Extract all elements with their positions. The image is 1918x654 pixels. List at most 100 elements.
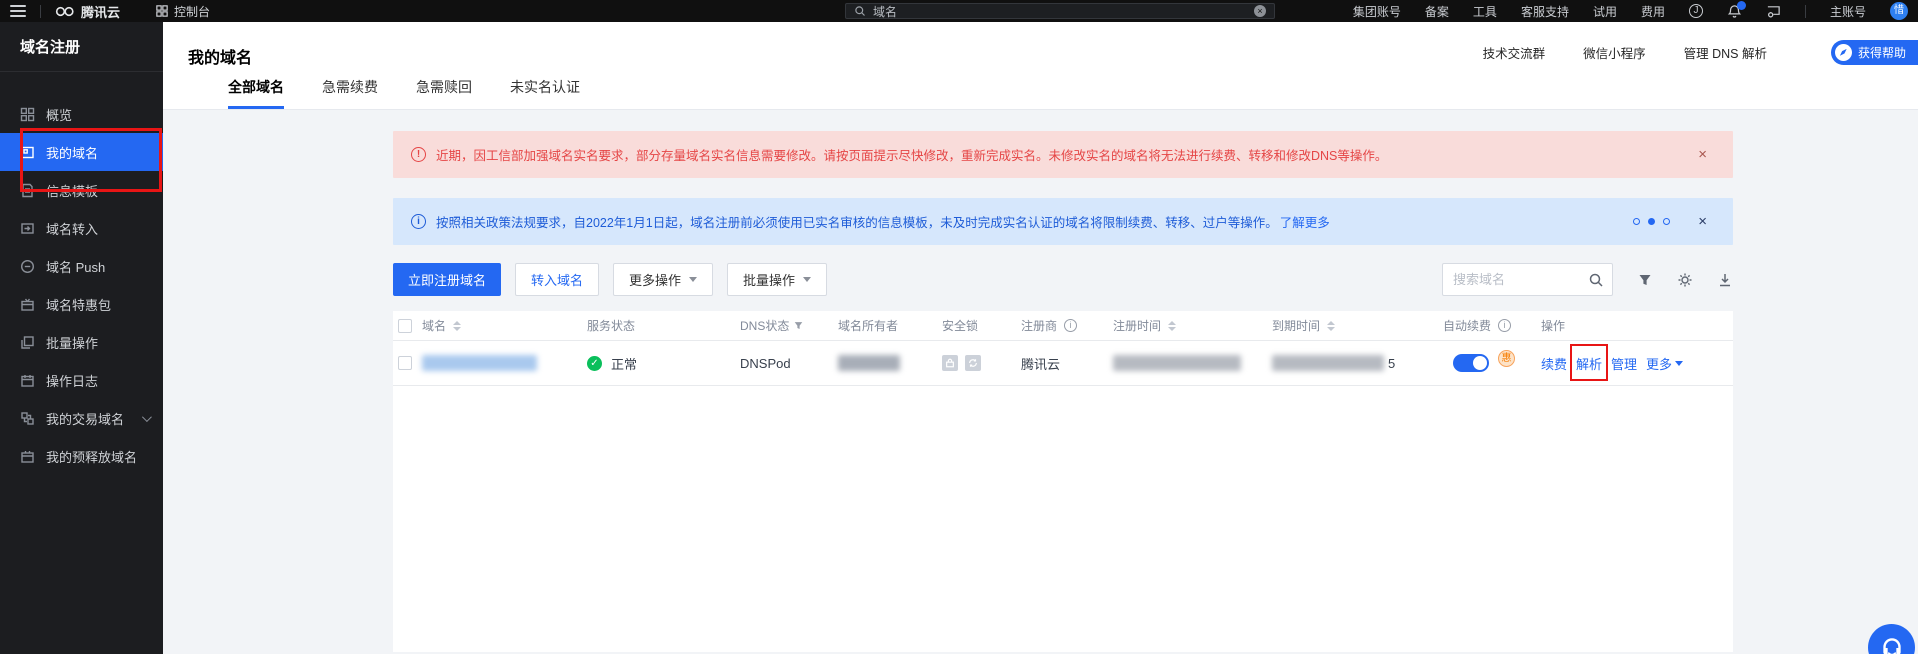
batch-actions-dropdown[interactable]: 批量操作	[727, 263, 827, 296]
redacted-domain-name	[422, 355, 537, 371]
sort-regtime-icon[interactable]	[1168, 321, 1176, 331]
table-row: ✓ 正常 DNSPod 腾讯云	[393, 341, 1733, 386]
download-icon[interactable]	[1717, 272, 1733, 288]
sidebar-item-batch-operations[interactable]: 批量操作	[0, 323, 163, 361]
main-area: 我的域名 技术交流群 微信小程序 管理 DNS 解析 获得帮助 全部域名 急需续…	[163, 22, 1918, 654]
divider	[40, 5, 41, 18]
notification-badge	[1737, 1, 1746, 10]
sidebar-item-prerelease-domains[interactable]: 我的预释放域名	[0, 437, 163, 475]
sidebar-item-domain-transfer-in[interactable]: 域名转入	[0, 209, 163, 247]
registrar: 腾讯云	[1021, 354, 1060, 373]
sidebar-item-operation-logs[interactable]: 操作日志	[0, 361, 163, 399]
wechat-miniprogram-link[interactable]: 微信小程序	[1583, 43, 1646, 62]
caret-down-icon	[803, 277, 811, 282]
select-all-checkbox[interactable]	[398, 319, 412, 333]
sidebar: 域名注册 概览 我的域名 信	[0, 22, 163, 654]
tab-urgent-renewal[interactable]: 急需续费	[322, 77, 378, 109]
domain-search-input[interactable]	[1453, 272, 1584, 287]
prerelease-icon	[20, 449, 35, 464]
sidebar-item-my-domains[interactable]: 我的域名	[0, 133, 163, 171]
tencent-cloud-logo[interactable]: 腾讯云	[55, 2, 120, 21]
gear-icon[interactable]	[1677, 272, 1693, 288]
carousel-dot-2[interactable]	[1648, 218, 1655, 225]
console-link[interactable]: 控制台	[156, 3, 210, 20]
sidebar-item-domain-package[interactable]: 域名特惠包	[0, 285, 163, 323]
sidebar-item-info-templates[interactable]: 信息模板	[0, 171, 163, 209]
notification-bell-icon[interactable]	[1727, 4, 1742, 19]
tech-group-link[interactable]: 技术交流群	[1483, 43, 1546, 62]
more-link[interactable]: 更多	[1646, 354, 1683, 373]
carousel-dot-1[interactable]	[1633, 218, 1640, 225]
caret-down-icon	[1675, 361, 1683, 366]
info-icon: i	[411, 214, 426, 229]
search-value: 域名	[873, 3, 897, 20]
nav-trial[interactable]: 试用	[1593, 3, 1617, 20]
chevron-down-icon	[142, 412, 152, 422]
learn-more-link[interactable]: 了解更多	[1280, 212, 1330, 231]
toolbar: 立即注册域名 转入域名 更多操作 批量操作	[393, 263, 1733, 296]
warning-banner: ! 近期，因工信部加强域名实名要求，部分存量域名实名信息需要修改。请按页面提示尽…	[393, 131, 1733, 178]
nav-group-account[interactable]: 集团账号	[1353, 3, 1401, 20]
sort-domain-icon[interactable]	[453, 321, 461, 331]
overview-icon	[20, 107, 35, 122]
search-icon	[854, 5, 866, 17]
nav-icp-filing[interactable]: 备案	[1425, 3, 1449, 20]
headset-icon	[1879, 635, 1905, 654]
top-bar: 腾讯云 控制台 域名 × 集团账号 备案 工具 客服支持 试用 费用 J	[0, 0, 1918, 22]
push-icon	[20, 259, 35, 274]
sidebar-item-overview[interactable]: 概览	[0, 95, 163, 133]
tab-urgent-redeem[interactable]: 急需赎回	[416, 77, 472, 109]
manage-link[interactable]: 管理	[1611, 354, 1637, 373]
domains-table: 域名 服务状态 DNS状态 域名所有者 安全锁 注册商 i 注册时间 到期时间	[393, 311, 1733, 652]
info-text: 按照相关政策法规要求，自2022年1月1日起，域名注册前必须使用已实名审核的信息…	[436, 212, 1278, 231]
template-icon	[20, 183, 35, 198]
domain-search-box	[1442, 263, 1613, 296]
search-icon[interactable]	[1588, 272, 1604, 288]
global-search-input[interactable]: 域名 ×	[845, 3, 1275, 19]
clear-search-icon[interactable]: ×	[1254, 5, 1266, 17]
content-area: ! 近期，因工信部加强域名实名要求，部分存量域名实名信息需要修改。请按页面提示尽…	[163, 110, 1918, 654]
get-help-button[interactable]: 获得帮助	[1831, 40, 1918, 65]
row-actions: 续费 解析 管理 更多	[1541, 354, 1733, 373]
main-account-label[interactable]: 主账号	[1830, 3, 1866, 20]
hamburger-menu-icon[interactable]	[10, 5, 26, 17]
warning-text: 近期，因工信部加强域名实名要求，部分存量域名实名信息需要修改。请按页面提示尽快修…	[436, 145, 1387, 164]
circled-j-icon[interactable]: J	[1689, 4, 1703, 18]
dns-status: DNSPod	[740, 356, 791, 371]
package-icon	[20, 297, 35, 312]
nav-tools[interactable]: 工具	[1473, 3, 1497, 20]
more-actions-dropdown[interactable]: 更多操作	[613, 263, 713, 296]
register-domain-button[interactable]: 立即注册域名	[393, 263, 501, 296]
infinity-logo-icon	[55, 6, 75, 17]
resolve-link[interactable]: 解析	[1576, 354, 1602, 373]
update-lock-icon[interactable]	[965, 355, 981, 371]
transfer-lock-icon[interactable]	[942, 355, 958, 371]
close-warning-icon[interactable]: ×	[1698, 147, 1707, 162]
nav-support[interactable]: 客服支持	[1521, 3, 1569, 20]
carousel-dot-3[interactable]	[1663, 218, 1670, 225]
logs-icon	[20, 373, 35, 388]
filter-dns-icon[interactable]	[793, 320, 804, 331]
sort-expiry-icon[interactable]	[1327, 321, 1335, 331]
close-info-icon[interactable]: ×	[1698, 214, 1707, 229]
filter-icon[interactable]	[1637, 272, 1653, 288]
page-header: 我的域名 技术交流群 微信小程序 管理 DNS 解析 获得帮助 全部域名 急需续…	[163, 22, 1918, 110]
manage-dns-link[interactable]: 管理 DNS 解析	[1684, 43, 1767, 62]
autorenew-toggle[interactable]	[1453, 354, 1489, 372]
tab-not-verified[interactable]: 未实名认证	[510, 77, 580, 109]
registrar-info-icon[interactable]: i	[1064, 319, 1077, 332]
renew-link[interactable]: 续费	[1541, 354, 1567, 373]
nav-billing[interactable]: 费用	[1641, 3, 1665, 20]
divider	[1805, 5, 1806, 18]
transfer-domain-button[interactable]: 转入域名	[515, 263, 599, 296]
console-settings-icon[interactable]	[1766, 4, 1781, 19]
tab-all-domains[interactable]: 全部域名	[228, 77, 284, 109]
row-checkbox[interactable]	[398, 356, 412, 370]
sidebar-item-domain-push[interactable]: 域名 Push	[0, 247, 163, 285]
sidebar-item-trading-domains[interactable]: 我的交易域名	[0, 399, 163, 437]
avatar[interactable]: 惜	[1890, 2, 1908, 20]
transfer-in-icon	[20, 221, 35, 236]
autorenew-info-icon[interactable]: i	[1498, 319, 1511, 332]
page-title: 我的域名	[188, 44, 252, 68]
grid-icon	[156, 5, 168, 17]
